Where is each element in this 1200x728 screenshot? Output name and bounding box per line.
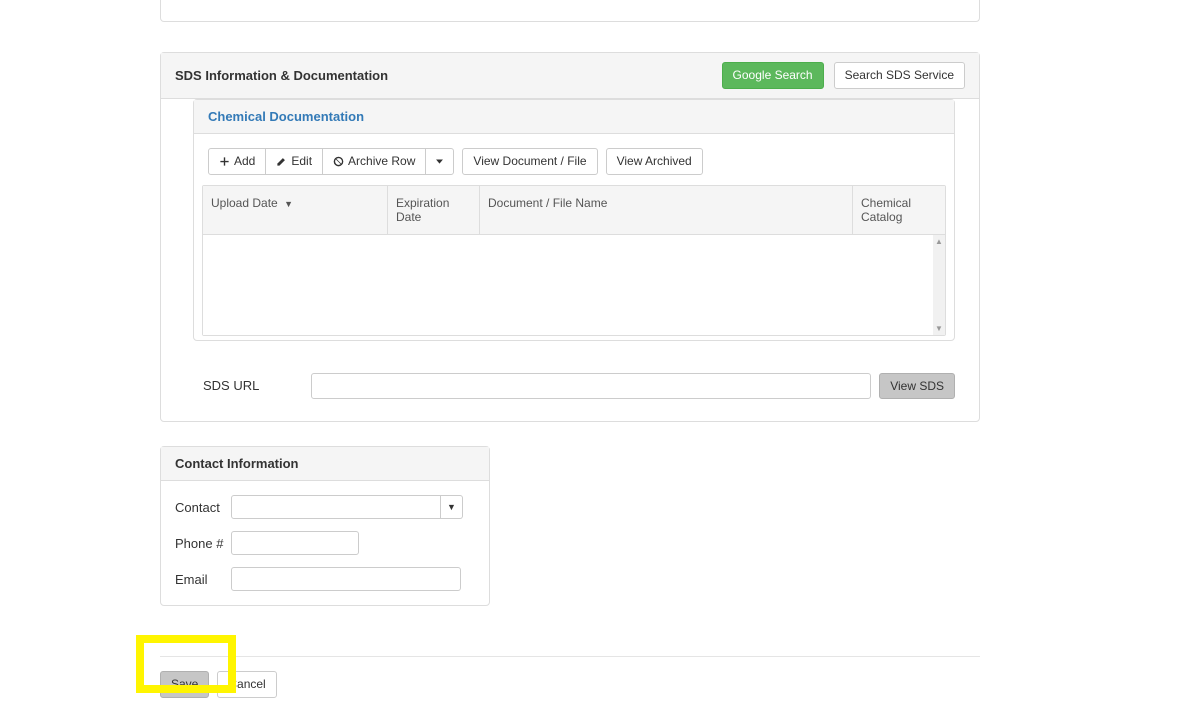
caret-down-icon: ▼ (447, 502, 456, 512)
contact-dropdown-toggle[interactable]: ▼ (441, 495, 463, 519)
col-upload-date-label: Upload Date (211, 196, 278, 210)
email-input[interactable] (231, 567, 461, 591)
search-sds-service-button[interactable]: Search SDS Service (834, 62, 965, 89)
sds-url-row: SDS URL View SDS (161, 359, 979, 418)
phone-label: Phone # (175, 536, 231, 551)
plus-icon (219, 156, 230, 167)
edit-button-label: Edit (291, 153, 312, 170)
caret-down-icon (434, 156, 445, 167)
view-document-button[interactable]: View Document / File (462, 148, 597, 175)
col-chemical-catalog[interactable]: Chemical Catalog (853, 186, 945, 234)
cancel-button[interactable]: Cancel (217, 671, 276, 698)
contact-combobox[interactable]: ▼ (231, 495, 463, 519)
view-archived-button[interactable]: View Archived (606, 148, 703, 175)
save-button[interactable]: Save (160, 671, 209, 698)
pencil-icon (276, 156, 287, 167)
sds-info-panel: SDS Information & Documentation Google S… (160, 52, 980, 422)
view-sds-button[interactable]: View SDS (879, 373, 955, 400)
archive-row-button-label: Archive Row (348, 153, 415, 170)
contact-input[interactable] (231, 495, 441, 519)
contact-info-title: Contact Information (161, 447, 489, 481)
contact-info-panel: Contact Information Contact ▼ Phone # Em… (160, 446, 490, 606)
phone-input[interactable] (231, 531, 359, 555)
chemical-documentation-toolbar: Add Edit (198, 148, 950, 185)
contact-label: Contact (175, 500, 231, 515)
grid-body-empty: ▲ ▼ (203, 235, 945, 335)
ban-icon (333, 156, 344, 167)
col-expiration-date[interactable]: Expiration Date (388, 186, 480, 234)
sds-url-input[interactable] (311, 373, 871, 399)
add-button[interactable]: Add (208, 148, 266, 175)
grid-scrollbar[interactable]: ▲ ▼ (933, 235, 945, 335)
archive-dropdown-toggle[interactable] (425, 148, 454, 175)
sds-info-title: SDS Information & Documentation (175, 68, 388, 83)
sds-info-panel-header: SDS Information & Documentation Google S… (161, 53, 979, 99)
chemical-documentation-title: Chemical Documentation (194, 100, 954, 134)
edit-button[interactable]: Edit (265, 148, 323, 175)
email-label: Email (175, 572, 231, 587)
footer-actions: Save Cancel (160, 671, 1200, 698)
chemical-documentation-panel: Chemical Documentation Add (193, 99, 955, 341)
sort-desc-icon: ▼ (284, 199, 293, 209)
col-document-name[interactable]: Document / File Name (480, 186, 853, 234)
scroll-down-icon: ▼ (935, 324, 943, 333)
scroll-up-icon: ▲ (935, 237, 943, 246)
google-search-button[interactable]: Google Search (722, 62, 824, 89)
add-button-label: Add (234, 153, 255, 170)
grid-header-row: Upload Date ▼ Expiration Date Document /… (203, 186, 945, 235)
footer-divider (160, 656, 980, 657)
archive-row-button[interactable]: Archive Row (322, 148, 426, 175)
sds-url-label: SDS URL (203, 378, 303, 393)
col-upload-date[interactable]: Upload Date ▼ (203, 186, 388, 234)
documentation-grid: Upload Date ▼ Expiration Date Document /… (202, 185, 946, 336)
top-panel-fragment (160, 0, 980, 22)
